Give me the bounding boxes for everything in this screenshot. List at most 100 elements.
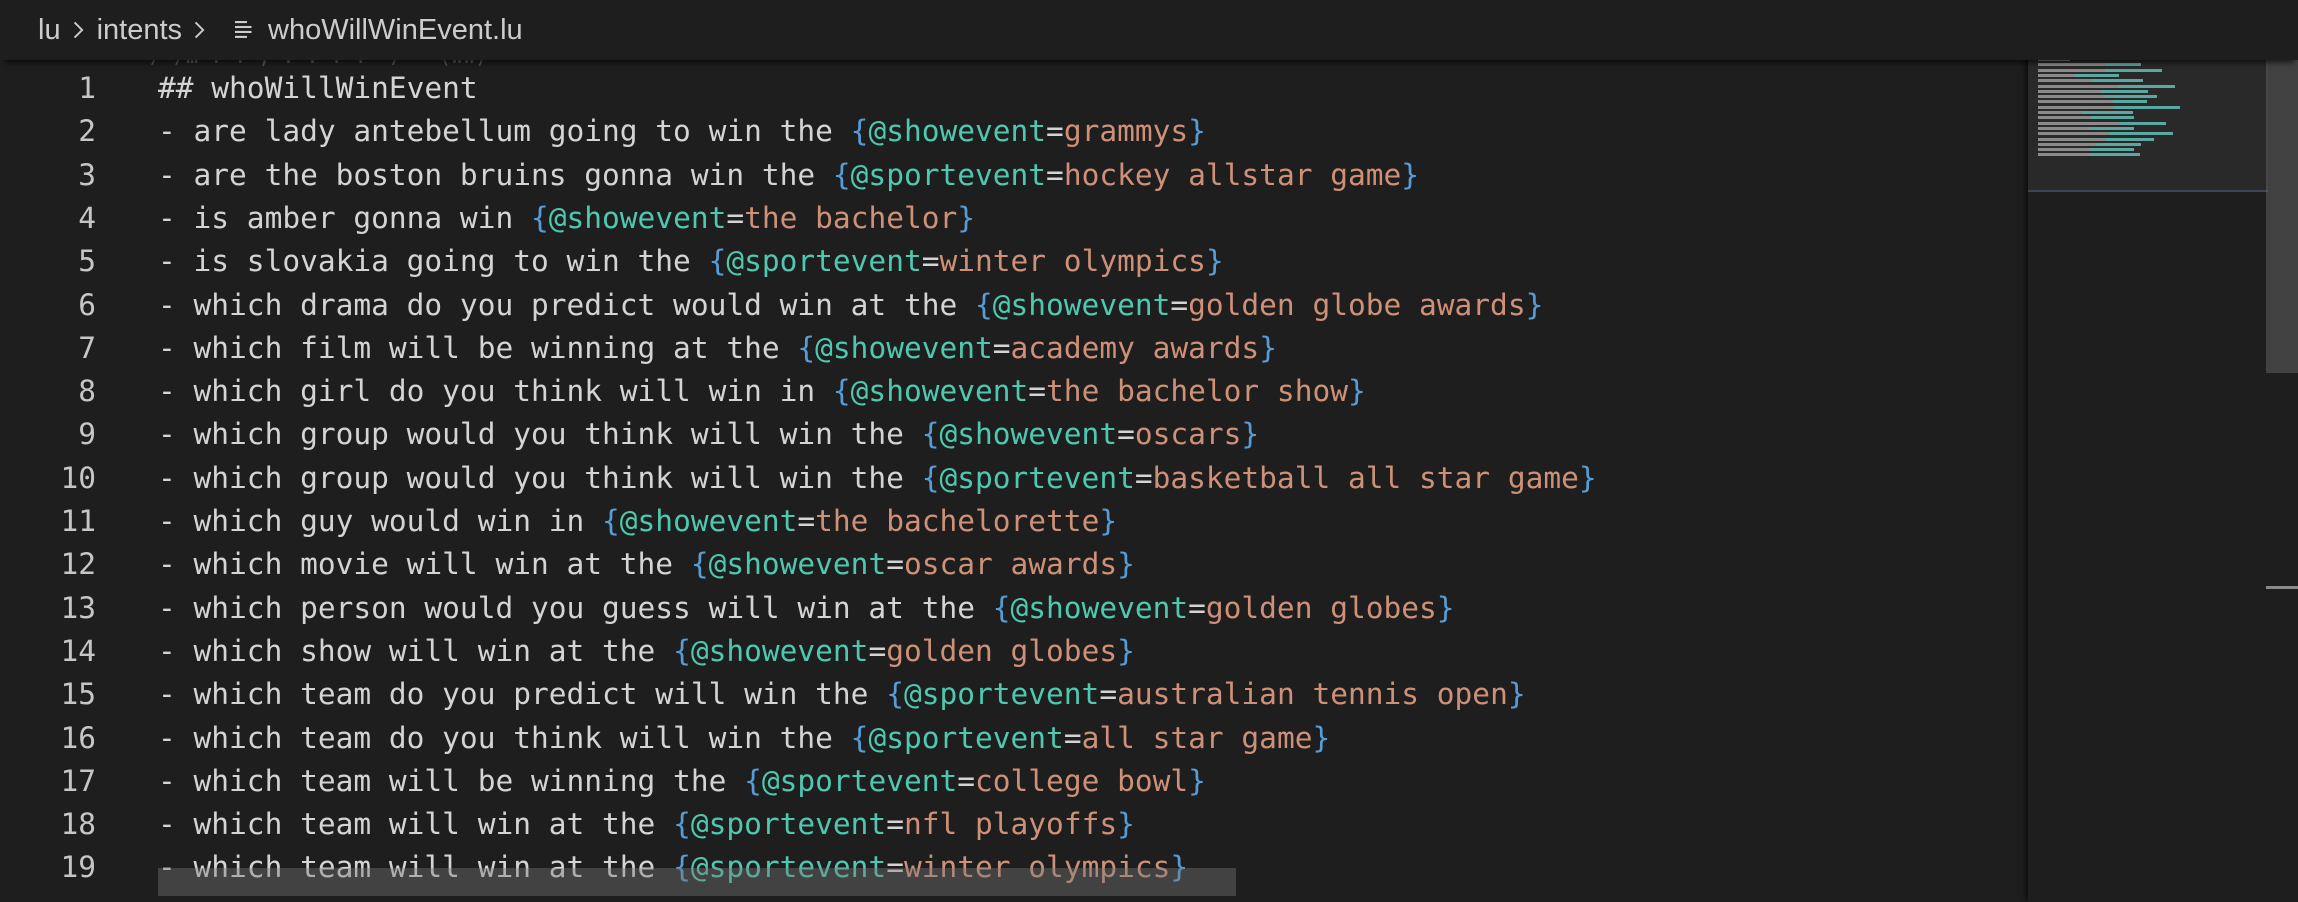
entity-open-brace: { <box>530 200 549 235</box>
code-text: - which group would you think will win t… <box>158 413 1259 456</box>
entity-name: @showevent <box>548 200 727 235</box>
line-number: 19 <box>60 850 96 885</box>
code-text: - which group would you think will win t… <box>158 457 1597 500</box>
entity-value: grammys <box>1063 114 1189 149</box>
line-number: 10 <box>60 460 96 495</box>
utterance-text: - are lady antebellum going to win the <box>158 114 851 149</box>
code-line[interactable]: 9 - which group would you think will win … <box>0 413 2028 456</box>
minimap-line-entity <box>2109 132 2173 136</box>
minimap-line <box>2038 105 2114 109</box>
entity-value: all star game <box>1081 720 1313 755</box>
entity-close-brace: } <box>1188 114 1206 149</box>
scrollbar-cursor-marker <box>2266 586 2298 589</box>
code-line[interactable]: 2 - are lady antebellum going to win the … <box>0 110 2028 153</box>
code-line[interactable]: 7 - which film will be winning at the {@s… <box>0 327 2028 370</box>
breadcrumb-item-file[interactable]: whoWillWinEvent.lu <box>268 14 523 47</box>
entity-close-brace: } <box>1507 677 1526 712</box>
entity-value: golden globe awards <box>1188 287 1526 322</box>
entity-name: @showevent <box>939 417 1118 452</box>
minimap-line <box>2038 132 2110 136</box>
entity-open-brace: { <box>744 763 762 798</box>
minimap-line-entity <box>2106 137 2154 141</box>
entity-name: @sportevent <box>903 677 1100 712</box>
code-text: - which person would you guess will win … <box>158 587 1455 630</box>
code-line[interactable]: 3 - are the boston bruins gonna win the {… <box>0 154 2028 197</box>
code-line[interactable]: 12 - which movie will win at the {@showev… <box>0 543 2028 586</box>
minimap[interactable] <box>2028 52 2268 902</box>
utterance-text: - which team do you think will win the <box>158 720 851 755</box>
code-line[interactable]: 16 - which team do you think will win the… <box>0 717 2028 760</box>
entity-equals: = <box>921 244 940 279</box>
utterance-text: - is slovakia going to win the <box>158 244 709 279</box>
entity-equals: = <box>1170 287 1189 322</box>
minimap-line <box>2038 95 2105 99</box>
code-line[interactable]: 1 ## whoWillWinEvent <box>0 67 2028 110</box>
code-line[interactable]: 10 - which group would you think will win… <box>0 457 2028 500</box>
code-line[interactable]: 13 - which person would you guess will wi… <box>0 587 2028 630</box>
utterance-text: - which girl do you think will win in <box>158 374 833 409</box>
minimap-line <box>2038 121 2121 125</box>
entity-name: @sportevent <box>868 720 1064 755</box>
entity-close-brace: } <box>1312 720 1331 755</box>
line-number: 6 <box>78 287 96 322</box>
entity-close-brace: } <box>1259 330 1277 365</box>
entity-open-brace: { <box>832 374 851 409</box>
utterance-text: - which drama do you predict would win a… <box>158 287 975 322</box>
minimap-line <box>2038 63 2107 67</box>
code-text: - which team will be winning the {@sport… <box>158 760 1206 803</box>
entity-open-brace: { <box>921 460 940 495</box>
utterance-text: - which film will be winning at the <box>158 330 798 365</box>
line-number: 8 <box>78 374 96 409</box>
code-line[interactable]: 15 - which team do you predict will win t… <box>0 673 2028 716</box>
entity-value: australian tennis open <box>1117 677 1508 712</box>
minimap-line <box>2038 137 2107 141</box>
entity-equals: = <box>992 330 1011 365</box>
minimap-line-entity <box>2088 153 2140 157</box>
entity-open-brace: { <box>673 807 691 842</box>
code-line[interactable]: 17 - which team will be winning the {@spo… <box>0 760 2028 803</box>
code-line[interactable]: 18 - which team will win at the {@sportev… <box>0 803 2028 846</box>
code-editor[interactable]: 1 ## whoWillWinEvent 2 - are lady antebellu… <box>0 60 2028 902</box>
code-line[interactable]: 4 - is amber gonna win {@showevent=the ba… <box>0 197 2028 240</box>
entity-name: @sportevent <box>690 807 887 842</box>
entity-equals: = <box>886 807 904 842</box>
line-number: 17 <box>60 763 96 798</box>
vertical-scrollbar-thumb[interactable] <box>2266 60 2298 373</box>
code-text: - which drama do you predict would win a… <box>158 284 1543 327</box>
minimap-line <box>2038 73 2075 77</box>
horizontal-scrollbar-thumb[interactable] <box>158 868 1236 896</box>
entity-open-brace: { <box>690 547 709 582</box>
entity-value: the bachelorette <box>815 504 1100 538</box>
breadcrumb-item-intents[interactable]: intents <box>97 14 182 47</box>
minimap-line-entity <box>2113 105 2180 109</box>
entity-equals: = <box>1046 157 1064 192</box>
code-text: - which girl do you think will win in {@… <box>158 370 1366 413</box>
code-line[interactable]: 14 - which show will win at the {@showeve… <box>0 630 2028 673</box>
code-line[interactable]: 11 - which guy would win in {@showevent=t… <box>0 500 2028 543</box>
entity-close-brace: } <box>957 200 976 235</box>
entity-value: academy awards <box>1010 330 1260 365</box>
entity-open-brace: { <box>673 633 691 668</box>
utterance-text: - which movie will win at the <box>158 547 691 582</box>
minimap-line-entity <box>2090 116 2135 120</box>
minimap-line-entity <box>2101 89 2149 93</box>
entity-close-brace: } <box>1578 460 1597 495</box>
entity-equals: = <box>1046 114 1064 149</box>
chevron-right-icon <box>67 18 91 42</box>
entity-value: basketball all star game <box>1152 460 1579 495</box>
code-line[interactable]: 8 - which girl do you think will win in {… <box>0 370 2028 413</box>
breadcrumb-item-lu[interactable]: lu <box>38 14 61 47</box>
minimap-line <box>2038 111 2082 114</box>
entity-value: the bachelor <box>744 200 958 235</box>
utterance-text: - which guy would win in <box>158 504 603 538</box>
line-number: 2 <box>78 114 96 149</box>
entity-close-brace: } <box>1099 504 1118 538</box>
code-text: ## whoWillWinEvent <box>158 67 478 110</box>
code-line[interactable]: 5 - is slovakia going to win the {@sporte… <box>0 240 2028 283</box>
line-number: 12 <box>60 547 96 582</box>
entity-open-brace: { <box>886 677 904 712</box>
code-line[interactable]: 6 - which drama do you predict would win … <box>0 284 2028 327</box>
entity-close-brace: } <box>1188 763 1206 798</box>
entity-name: @sportevent <box>726 244 922 279</box>
entity-open-brace: { <box>992 590 1011 625</box>
